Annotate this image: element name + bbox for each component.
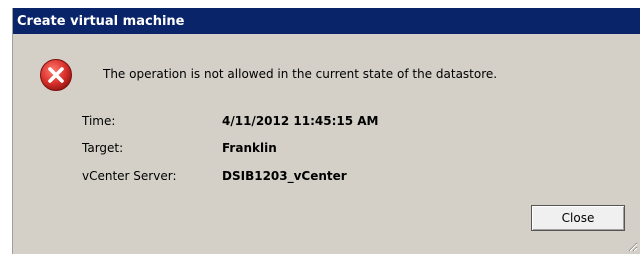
- error-icon: [40, 59, 72, 91]
- detail-label: Target:: [82, 141, 124, 155]
- close-button[interactable]: Close: [530, 204, 626, 232]
- window-title: Create virtual machine: [17, 13, 185, 29]
- error-dialog: Create virtual machine The operation is …: [12, 8, 640, 254]
- error-message: The operation is not allowed in the curr…: [103, 67, 498, 81]
- detail-value: 4/11/2012 11:45:15 AM: [222, 114, 379, 128]
- detail-label: vCenter Server:: [82, 169, 177, 183]
- detail-label: Time:: [82, 114, 116, 128]
- screen: Create virtual machine The operation is …: [0, 0, 640, 254]
- detail-value: Franklin: [222, 141, 277, 155]
- detail-value: DSIB1203_vCenter: [222, 169, 347, 183]
- title-bar[interactable]: Create virtual machine: [13, 8, 640, 34]
- resize-grip-icon[interactable]: [626, 240, 638, 252]
